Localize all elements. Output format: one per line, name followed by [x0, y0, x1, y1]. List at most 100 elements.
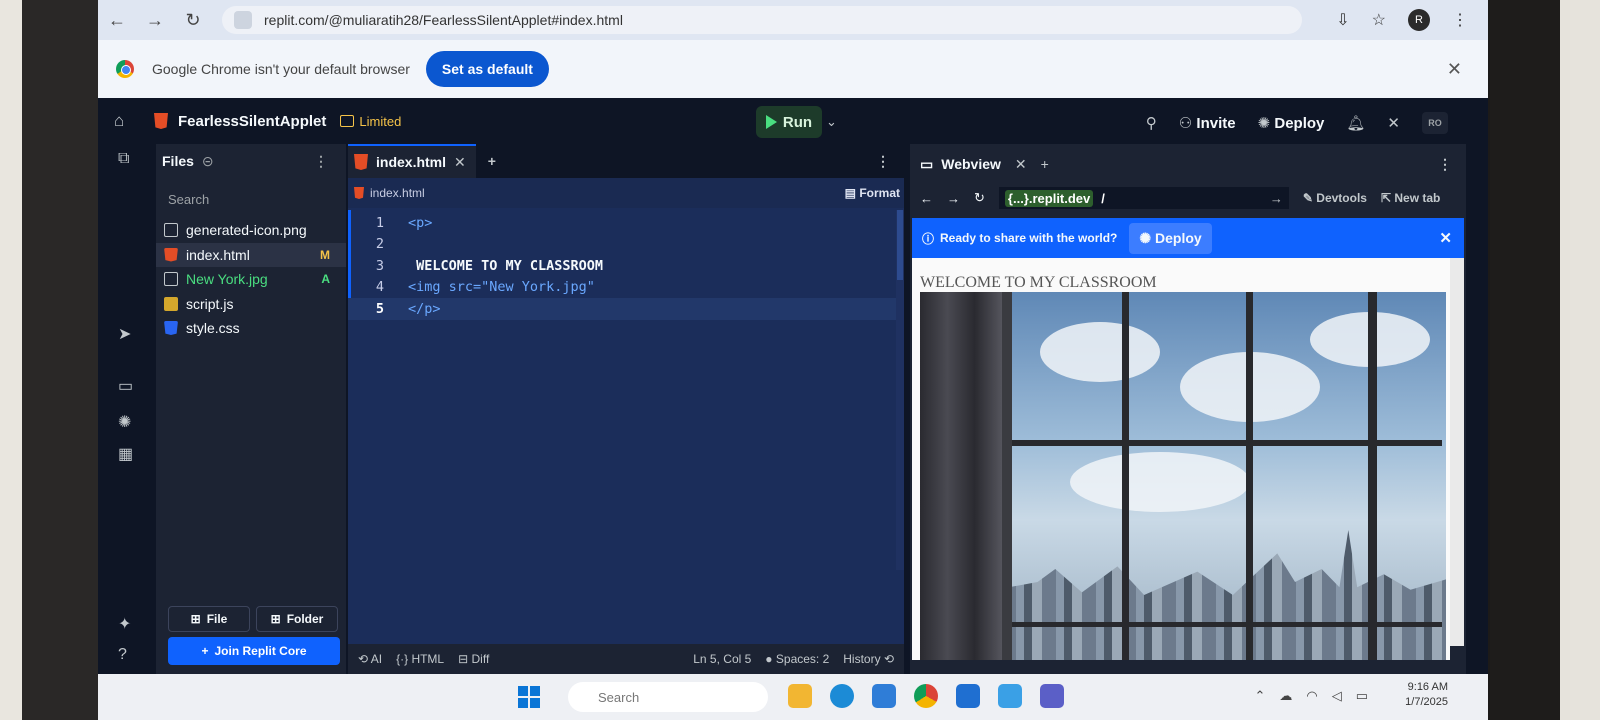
sparkle-icon[interactable]: ✦ — [118, 614, 131, 634]
plan-label: Limited — [359, 113, 402, 129]
forward-icon[interactable]: → — [947, 191, 960, 206]
code-area[interactable]: 1 <p> 2 3 WELCOME TO MY CLASSROOM 4 <img src=… — [348, 208, 904, 320]
battery-icon[interactable]: ▭ — [1356, 688, 1368, 704]
chevron-up-icon[interactable]: ⌃ — [1254, 688, 1265, 704]
code-line[interactable]: 5 </p> — [348, 298, 904, 320]
file-explorer-icon[interactable] — [788, 684, 812, 708]
go-arrow-icon[interactable]: → — [1270, 191, 1283, 206]
bell-icon[interactable]: 🔔︎ — [1346, 114, 1365, 132]
folder-plus-icon: ⊞ — [270, 612, 281, 626]
volume-icon[interactable]: ◁ — [1332, 688, 1342, 704]
new-tab-button[interactable]: ⇱ New tab — [1381, 191, 1440, 205]
code-line[interactable]: 1 <p> — [348, 212, 904, 234]
store-icon[interactable] — [872, 684, 896, 708]
language-button[interactable]: {·} HTML — [396, 652, 444, 666]
devtools-button[interactable]: ✎ Devtools — [1303, 191, 1367, 205]
code-line[interactable]: 3 WELCOME TO MY CLASSROOM — [348, 255, 904, 277]
cloud-icon[interactable]: ☁ — [1279, 688, 1292, 704]
photos-icon[interactable] — [998, 684, 1022, 708]
indent-setting[interactable]: ● Spaces: 2 — [765, 652, 829, 666]
more-options-icon[interactable]: ⋮ — [876, 153, 890, 170]
outlook-icon[interactable] — [956, 684, 980, 708]
banner-deploy-button[interactable]: ✺ Deploy — [1129, 222, 1212, 254]
apps-grid-icon[interactable]: ▦ — [118, 444, 133, 464]
reload-icon[interactable]: ↻ — [174, 10, 212, 31]
diff-button[interactable]: ⊟ Diff — [458, 652, 489, 666]
deploy-icon[interactable]: ✺ — [118, 412, 131, 432]
chrome-menu-icon[interactable]: ⋮ — [1452, 10, 1468, 30]
file-item[interactable]: New York.jpg A — [156, 267, 346, 291]
taskbar-clock[interactable]: 9:16 AM 1/7/2025 — [1405, 680, 1448, 710]
reload-icon[interactable]: ↻ — [974, 190, 985, 206]
add-tab-icon[interactable]: + — [488, 153, 496, 169]
new-file-label: File — [206, 612, 228, 626]
help-icon[interactable]: ? — [118, 646, 127, 664]
window-frame — [1246, 292, 1253, 660]
files-title: Files — [162, 153, 194, 169]
ai-button[interactable]: ⟲ AI — [358, 652, 382, 666]
close-icon[interactable]: ✕ — [454, 154, 466, 171]
close-icon[interactable]: ✕ — [1387, 114, 1400, 132]
files-tool-icon[interactable]: ⧉ — [118, 150, 129, 168]
install-app-icon[interactable]: ⇩ — [1336, 10, 1349, 30]
windows-start-icon[interactable] — [518, 686, 540, 708]
search-icon[interactable]: ⚲ — [1146, 114, 1157, 132]
chevron-down-icon[interactable]: ⌄ — [826, 114, 837, 130]
tab-index-html[interactable]: index.html ✕ — [348, 144, 476, 178]
profile-avatar[interactable]: R — [1408, 9, 1430, 31]
page-scrollbar[interactable] — [1450, 258, 1464, 646]
chrome-icon[interactable] — [914, 684, 938, 708]
run-button[interactable]: Run — [756, 106, 822, 138]
cursor-position[interactable]: Ln 5, Col 5 — [693, 652, 751, 666]
banner-deploy-label: Deploy — [1155, 229, 1202, 246]
project-name[interactable]: FearlessSilentApplet — [178, 113, 326, 130]
files-search-input[interactable]: Search — [168, 186, 340, 212]
bookmark-star-icon[interactable]: ☆ — [1372, 10, 1386, 30]
breadcrumb-path[interactable]: index.html — [370, 186, 425, 200]
close-icon[interactable]: ✕ — [1439, 229, 1452, 247]
new-tab-label: New tab — [1394, 191, 1441, 205]
plan-badge[interactable]: Limited — [340, 114, 401, 129]
teams-icon[interactable] — [1040, 684, 1064, 708]
file-item[interactable]: index.html M — [156, 242, 346, 267]
files-header: Files ⊝ ⋮ — [156, 144, 346, 178]
home-icon[interactable]: ⌂ — [114, 111, 144, 131]
code-line[interactable]: 2 — [348, 234, 904, 256]
new-folder-label: Folder — [286, 612, 324, 626]
close-icon[interactable]: ✕ — [1015, 156, 1027, 173]
code-line[interactable]: 4 <img src="New York.jpg" — [348, 277, 904, 299]
file-name: style.css — [186, 320, 240, 336]
tab-webview[interactable]: Webview — [941, 156, 1001, 172]
history-button[interactable]: History ⟲ — [843, 652, 894, 666]
editor-scrollbar[interactable] — [896, 210, 904, 570]
edge-icon[interactable] — [830, 684, 854, 708]
taskbar-search[interactable]: Search — [568, 682, 768, 712]
site-info-icon[interactable] — [234, 11, 252, 29]
forward-icon[interactable]: → — [136, 10, 174, 31]
file-item[interactable]: style.css — [156, 316, 346, 340]
webview-url-bar[interactable]: {...}.replit.dev / → — [998, 187, 1289, 209]
format-button[interactable]: ▤ Format — [845, 186, 900, 200]
avatar[interactable]: RO — [1422, 112, 1448, 134]
agent-icon[interactable]: ➤ — [118, 324, 131, 344]
preview-icon[interactable]: ▭ — [118, 376, 133, 396]
new-file-button[interactable]: ⊞ File — [168, 606, 250, 632]
file-item[interactable]: script.js — [156, 292, 346, 316]
set-default-button[interactable]: Set as default — [425, 51, 549, 87]
address-bar[interactable]: replit.com/@muliaratih28/FearlessSilentA… — [222, 6, 1302, 34]
new-folder-button[interactable]: ⊞ Folder — [256, 606, 338, 632]
invite-button[interactable]: ⚇ Invite — [1179, 114, 1236, 132]
more-options-icon[interactable]: ⋮ — [314, 153, 328, 170]
wifi-icon[interactable]: ◠ — [1306, 688, 1317, 704]
ai-label: AI — [370, 652, 383, 666]
url-path: / — [1101, 190, 1105, 206]
html-icon — [154, 113, 168, 129]
back-icon[interactable]: ← — [98, 10, 136, 31]
file-item[interactable]: generated-icon.png — [156, 218, 346, 242]
deploy-button[interactable]: ✺ Deploy — [1258, 114, 1325, 132]
add-tab-icon[interactable]: + — [1041, 156, 1049, 172]
close-icon[interactable]: ✕ — [1447, 59, 1462, 80]
join-replit-core-button[interactable]: + Join Replit Core — [168, 637, 340, 665]
back-icon[interactable]: ← — [920, 191, 933, 206]
more-options-icon[interactable]: ⋮ — [1438, 156, 1452, 173]
